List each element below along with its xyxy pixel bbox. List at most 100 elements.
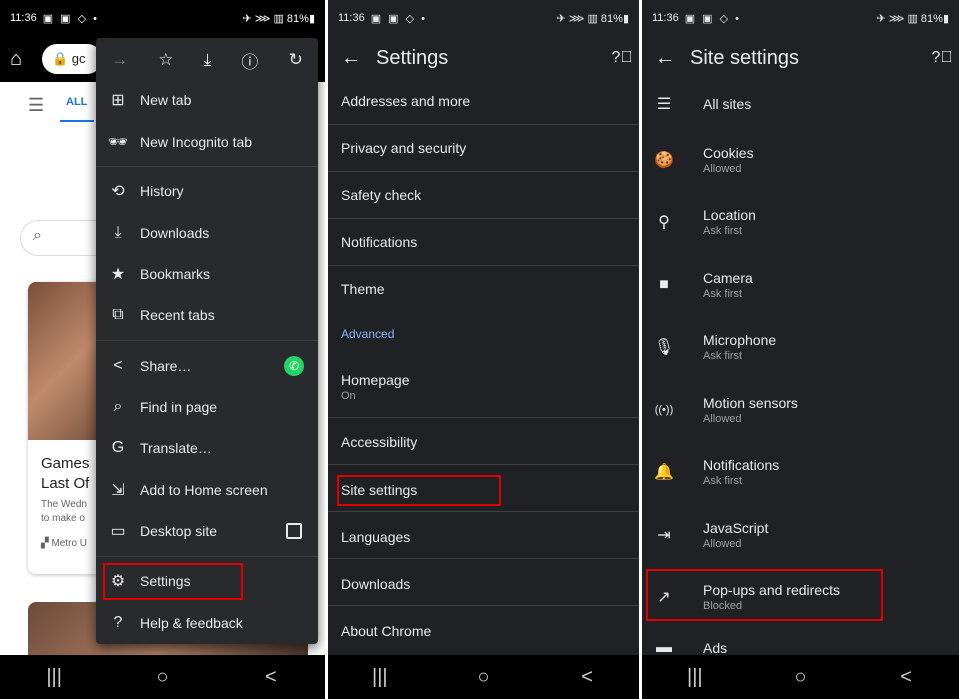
status-battery: ✈ ⋙ ▥ 81%▮ xyxy=(556,12,630,25)
site-row-motion-sensors[interactable]: ((•)) Motion sensors Allowed xyxy=(642,388,959,432)
recents-button[interactable]: ||| xyxy=(665,666,725,689)
tab-all[interactable]: ALL xyxy=(66,96,87,108)
menu-item-new-tab[interactable]: ⊞ New tab xyxy=(96,80,318,120)
home-icon[interactable]: ⌂ xyxy=(10,48,36,71)
settings-row-accessibility[interactable]: Accessibility xyxy=(328,418,639,465)
site-row-label: Location xyxy=(703,207,756,223)
info-icon[interactable]: ⓘ xyxy=(241,48,258,73)
status-time: 11:36 xyxy=(338,12,365,24)
menu-item-desktop-site[interactable]: ▭ Desktop site xyxy=(96,511,318,551)
settings-row-languages[interactable]: Languages xyxy=(328,512,639,559)
menu-item-downloads[interactable]: ⤓ Downloads xyxy=(96,213,318,253)
status-time: 11:36 xyxy=(10,12,37,24)
help-icon[interactable]: ?⃝ xyxy=(605,49,639,67)
site-row-location[interactable]: ⚲ Location Ask first xyxy=(642,200,959,244)
menu-item-share[interactable]: < Share… ✆ xyxy=(96,346,318,386)
status-bar: 11:36 ▣ ▣ ◇ • ✈ ⋙ ▥ 81%▮ xyxy=(0,0,325,36)
reload-icon[interactable]: ↻ xyxy=(289,50,303,70)
home-button[interactable]: ○ xyxy=(770,666,830,689)
menu-item-history[interactable]: ⟲ History xyxy=(96,171,318,211)
section-header-advanced: Advanced xyxy=(341,327,395,341)
whatsapp-icon[interactable]: ✆ xyxy=(284,356,304,376)
menu-divider xyxy=(96,556,318,557)
system-nav-bar: ||| ○ < xyxy=(328,655,639,699)
menu-item-help-feedback[interactable]: ? Help & feedback xyxy=(96,603,318,643)
menu-item-translate[interactable]: G Translate… xyxy=(96,428,318,468)
settings-row-downloads[interactable]: Downloads xyxy=(328,559,639,606)
site-row-status: Allowed xyxy=(703,538,742,550)
home-button[interactable]: ○ xyxy=(132,666,192,689)
help-icon: ? xyxy=(113,614,123,631)
settings-row-label: Theme xyxy=(341,281,385,297)
source-logo-icon: ▞ xyxy=(41,538,52,549)
menu-item-label: New Incognito tab xyxy=(140,134,253,150)
translate-icon: G xyxy=(111,439,125,456)
settings-row-about-chrome[interactable]: About Chrome xyxy=(328,606,639,655)
menu-action-row: → ☆ ⤓ ⓘ ↻ xyxy=(96,38,318,82)
desktop-icon: ▭ xyxy=(110,523,126,540)
highlight-site-settings xyxy=(337,475,501,506)
settings-row-label: Downloads xyxy=(341,576,411,592)
menu-item-label: Bookmarks xyxy=(140,266,211,282)
history-icon: ⟲ xyxy=(111,183,125,200)
site-row-cookies[interactable]: 🍪 Cookies Allowed xyxy=(642,138,959,182)
system-nav-bar: ||| ○ < xyxy=(642,655,959,699)
recents-button[interactable]: ||| xyxy=(24,666,84,689)
help-icon[interactable]: ?⃝ xyxy=(925,49,959,67)
menu-item-bookmarks[interactable]: ★ Bookmarks xyxy=(96,254,318,294)
bookmark-star-icon[interactable]: ☆ xyxy=(158,50,173,70)
settings-row-label: Addresses and more xyxy=(341,93,471,109)
settings-row-notifications[interactable]: Notifications xyxy=(328,219,639,266)
recents-button[interactable]: ||| xyxy=(350,666,410,689)
settings-row-privacy[interactable]: Privacy and security xyxy=(328,125,639,172)
settings-row-homepage[interactable]: Homepage On xyxy=(328,360,639,418)
site-row-status: Ask first xyxy=(703,288,743,300)
back-button[interactable]: < xyxy=(241,666,301,689)
settings-row-label: Privacy and security xyxy=(341,140,467,156)
desktop-site-checkbox[interactable] xyxy=(286,523,302,539)
tab-indicator xyxy=(60,120,94,122)
bookmarks-star-icon: ★ xyxy=(110,266,126,283)
home-button[interactable]: ○ xyxy=(453,666,513,689)
url-bar[interactable]: 🔒 gc xyxy=(42,44,102,74)
settings-row-safety-check[interactable]: Safety check xyxy=(328,172,639,219)
location-pin-icon: ⚲ xyxy=(658,214,670,231)
status-notification-icons: ▣ ▣ ◇ • xyxy=(684,12,741,25)
menu-item-find-in-page[interactable]: ⌕ Find in page xyxy=(96,387,318,427)
back-button[interactable]: < xyxy=(876,666,936,689)
site-row-label: JavaScript xyxy=(703,520,769,536)
settings-row-sublabel: On xyxy=(341,390,356,402)
menu-item-recent-tabs[interactable]: ⧉ Recent tabs xyxy=(96,295,318,335)
system-nav-bar: ||| ○ < xyxy=(0,655,325,699)
back-button[interactable]: < xyxy=(557,666,617,689)
menu-item-label: Add to Home screen xyxy=(140,482,268,498)
microphone-icon: 🎙 xyxy=(653,339,675,356)
motion-sensor-icon: ((•)) xyxy=(654,404,674,416)
status-bar: 11:36 ▣ ▣ ◇ • ✈ ⋙ ▥ 81%▮ xyxy=(642,0,959,36)
status-battery: ✈ ⋙ ▥ 81%▮ xyxy=(876,12,950,25)
site-row-camera[interactable]: ■ Camera Ask first xyxy=(642,263,959,307)
status-time: 11:36 xyxy=(652,12,679,24)
menu-item-add-to-home-screen[interactable]: ⇲ Add to Home screen xyxy=(96,470,318,510)
site-row-microphone[interactable]: 🎙 Microphone Ask first xyxy=(642,325,959,369)
site-row-notifications[interactable]: 🔔 Notifications Ask first xyxy=(642,450,959,494)
download-icon[interactable]: ⤓ xyxy=(204,50,212,70)
menu-item-new-incognito-tab[interactable]: 🕶 New Incognito tab xyxy=(96,122,318,162)
forward-icon[interactable]: → xyxy=(111,50,128,70)
settings-row-theme[interactable]: Theme xyxy=(328,266,639,313)
settings-row-label: Notifications xyxy=(341,234,418,250)
back-arrow-icon[interactable]: ← xyxy=(328,47,374,70)
settings-row-label: Accessibility xyxy=(341,434,418,450)
hamburger-icon[interactable]: ☰ xyxy=(28,95,44,116)
panel-site-settings: 11:36 ▣ ▣ ◇ • ✈ ⋙ ▥ 81%▮ ← Site settings… xyxy=(642,0,959,699)
back-arrow-icon[interactable]: ← xyxy=(642,47,688,70)
site-row-javascript[interactable]: ⇥ JavaScript Allowed xyxy=(642,513,959,557)
site-row-label: Microphone xyxy=(703,332,777,348)
settings-row-label: Safety check xyxy=(341,187,422,203)
site-row-all-sites[interactable]: ☰ All sites xyxy=(642,84,959,124)
settings-row-addresses[interactable]: Addresses and more xyxy=(328,82,639,125)
menu-item-label: Downloads xyxy=(140,225,210,241)
settings-row-label: Homepage xyxy=(341,372,410,388)
panel-browser-menu: 11:36 ▣ ▣ ◇ • ✈ ⋙ ▥ 81%▮ ⌂ 🔒 gc ☰ ALL ⌕ … xyxy=(0,0,325,699)
site-row-label: Cookies xyxy=(703,145,754,161)
